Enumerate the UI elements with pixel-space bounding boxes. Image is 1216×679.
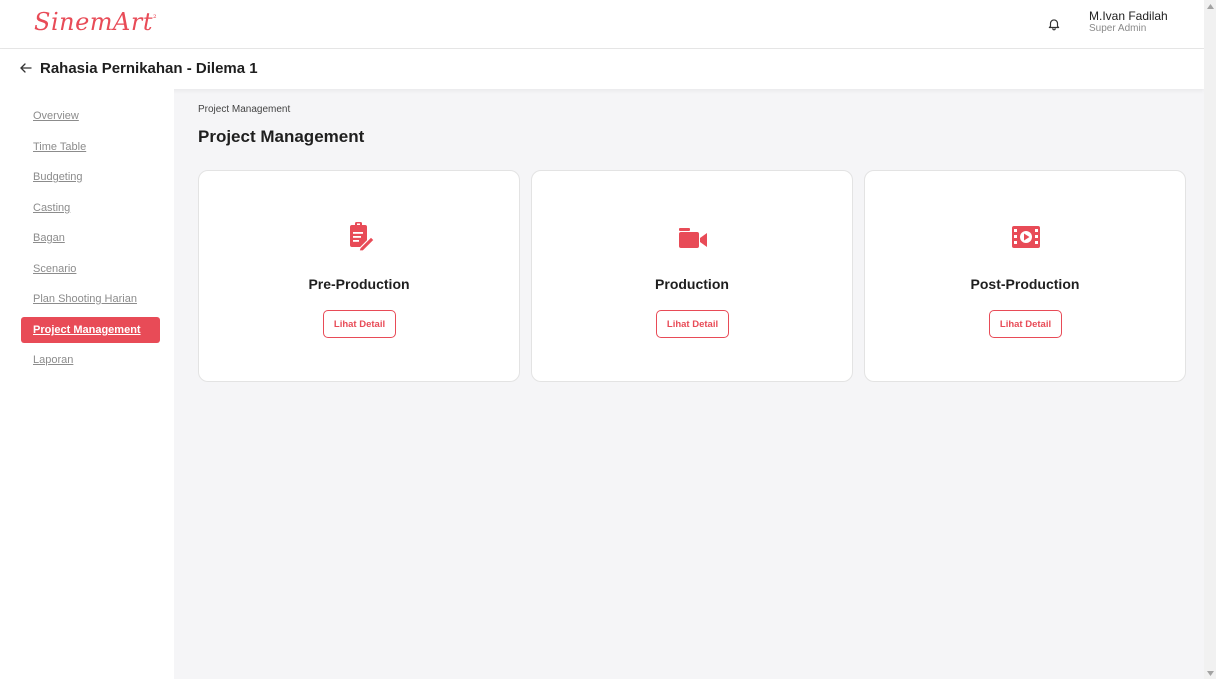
sidebar: Overview Time Table Budgeting Casting Ba… (0, 89, 174, 679)
breadcrumb: Project Management (198, 104, 291, 115)
user-role: Super Admin (1089, 23, 1147, 34)
production-card: Production Lihat Detail (531, 170, 853, 382)
lihat-detail-button-production[interactable]: Lihat Detail (656, 310, 729, 338)
sidebar-item-budgeting[interactable]: Budgeting (21, 164, 160, 190)
card-title-pre-production: Pre-Production (308, 276, 410, 292)
notification-bell-icon[interactable] (1044, 14, 1064, 34)
lihat-detail-button-post-production[interactable]: Lihat Detail (989, 310, 1062, 338)
film-play-icon (1012, 221, 1040, 251)
sidebar-item-bagan[interactable]: Bagan (21, 225, 160, 251)
sidebar-item-overview[interactable]: Overview (21, 103, 160, 129)
pre-production-card: Pre-Production Lihat Detail (198, 170, 520, 382)
post-production-card: Post-Production Lihat Detail (864, 170, 1186, 382)
sinemart-logo[interactable]: SinemArt² (34, 8, 157, 36)
back-arrow-icon[interactable] (18, 60, 34, 76)
sidebar-item-time-table[interactable]: Time Table (21, 134, 160, 160)
card-title-production: Production (655, 276, 729, 292)
user-menu[interactable]: M.Ivan Fadilah Super Admin (1089, 9, 1168, 35)
video-camera-icon (679, 221, 707, 251)
sidebar-item-plan-shooting-harian[interactable]: Plan Shooting Harian (21, 286, 160, 312)
project-title: Rahasia Pernikahan - Dilema 1 (40, 60, 258, 77)
top-bar: SinemArt² M.Ivan Fadilah Super Admin (0, 0, 1204, 49)
clipboard-edit-icon (346, 221, 375, 252)
card-title-post-production: Post-Production (970, 276, 1080, 292)
sidebar-item-laporan[interactable]: Laporan (21, 347, 160, 373)
project-title-bar: Rahasia Pernikahan - Dilema 1 (0, 49, 1204, 89)
sidebar-item-scenario[interactable]: Scenario (21, 256, 160, 282)
user-name: M.Ivan Fadilah (1089, 9, 1168, 23)
sidebar-item-project-management[interactable]: Project Management (21, 317, 160, 343)
lihat-detail-button-pre-production[interactable]: Lihat Detail (323, 310, 396, 338)
page-scrollbar[interactable] (1204, 0, 1216, 679)
scroll-down-arrow-icon[interactable] (1204, 667, 1216, 679)
sidebar-item-casting[interactable]: Casting (21, 195, 160, 221)
scroll-up-arrow-icon[interactable] (1204, 0, 1216, 12)
page-title: Project Management (198, 127, 365, 146)
